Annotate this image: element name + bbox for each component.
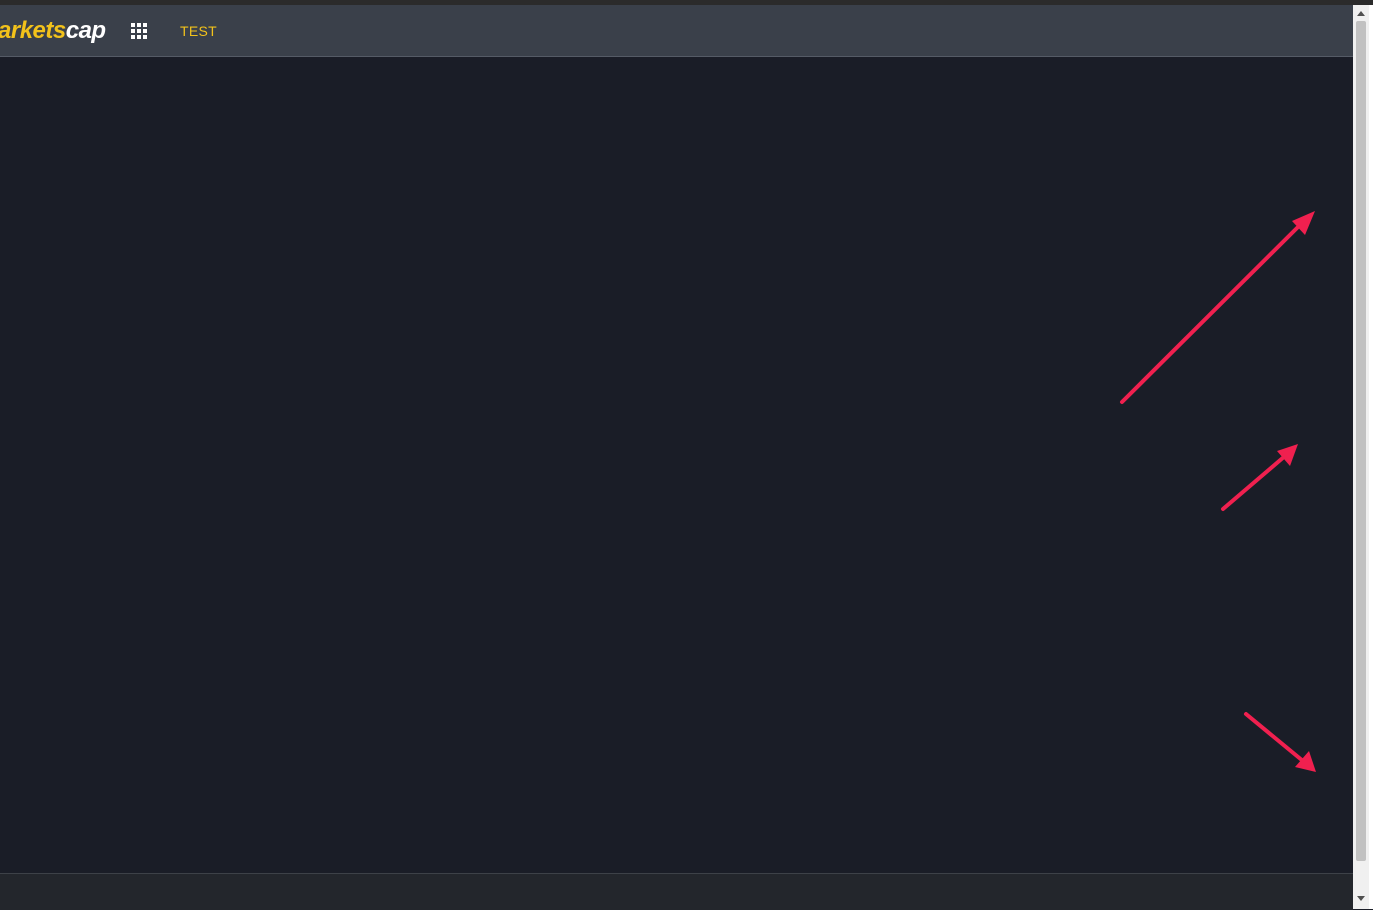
- footer-bar: [0, 873, 1353, 910]
- logo-text-secondary: cap: [65, 17, 106, 44]
- window-right-edge: [1369, 5, 1373, 909]
- scroll-up-arrow-icon[interactable]: [1353, 7, 1369, 21]
- vertical-scrollbar[interactable]: [1353, 5, 1369, 909]
- top-navbar: arketscap TEST: [0, 5, 1353, 57]
- main-content-area: [0, 57, 1353, 873]
- logo-text-primary: arkets: [0, 17, 66, 44]
- nav-link-test[interactable]: TEST: [180, 23, 217, 39]
- brand-logo[interactable]: arketscap: [0, 17, 106, 45]
- scroll-down-arrow-icon[interactable]: [1353, 891, 1369, 905]
- scrollbar-thumb[interactable]: [1356, 21, 1366, 861]
- apps-grid-icon[interactable]: [130, 22, 148, 40]
